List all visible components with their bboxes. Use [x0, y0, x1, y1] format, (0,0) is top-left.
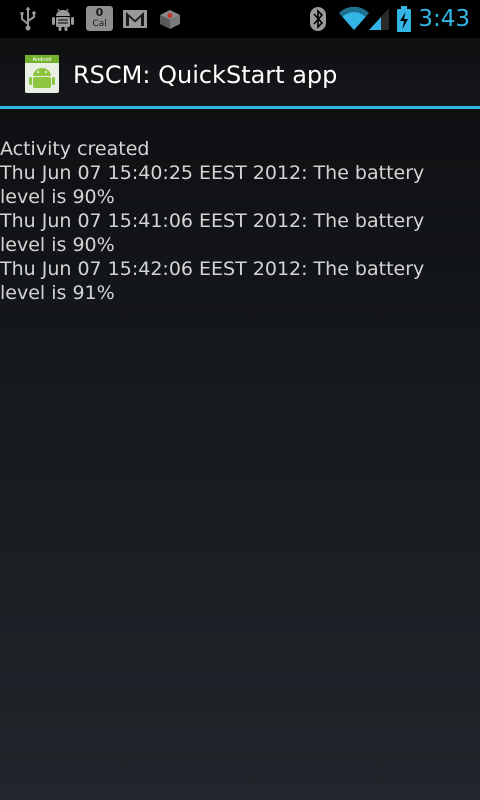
bluetooth-icon [308, 5, 328, 33]
status-clock: 3:43 [418, 6, 470, 32]
calendar-label: Cal [92, 19, 107, 29]
usb-icon [18, 5, 38, 33]
log-line: Thu Jun 07 15:40:25 EEST 2012: The batte… [0, 162, 425, 208]
signal-icon [368, 5, 390, 33]
android-app-icon[interactable]: Android [24, 54, 60, 94]
action-bar-divider [0, 106, 480, 109]
log-line: Activity created [0, 138, 150, 160]
calendar-icon: 0 Cal [86, 6, 113, 31]
action-bar: Android RSCM: QuickStart app [0, 38, 480, 106]
notification-box-icon [158, 5, 182, 33]
wifi-icon [338, 5, 370, 33]
app-icon-label: Android [33, 57, 52, 63]
battery-charging-icon [396, 5, 412, 33]
phone-screen: 0 Cal 3:43 Android RSCM: QuickStart app … [0, 0, 480, 800]
gmail-icon [122, 5, 148, 33]
app-title: RSCM: QuickStart app [73, 61, 338, 89]
status-bar: 0 Cal 3:43 [0, 0, 480, 38]
android-debug-icon [50, 5, 76, 33]
calendar-number: 0 [95, 6, 104, 19]
log-line: Thu Jun 07 15:41:06 EEST 2012: The batte… [0, 210, 425, 256]
log-line: Thu Jun 07 15:42:06 EEST 2012: The batte… [0, 258, 425, 304]
log-output: Activity created Thu Jun 07 15:40:25 EES… [0, 137, 474, 305]
